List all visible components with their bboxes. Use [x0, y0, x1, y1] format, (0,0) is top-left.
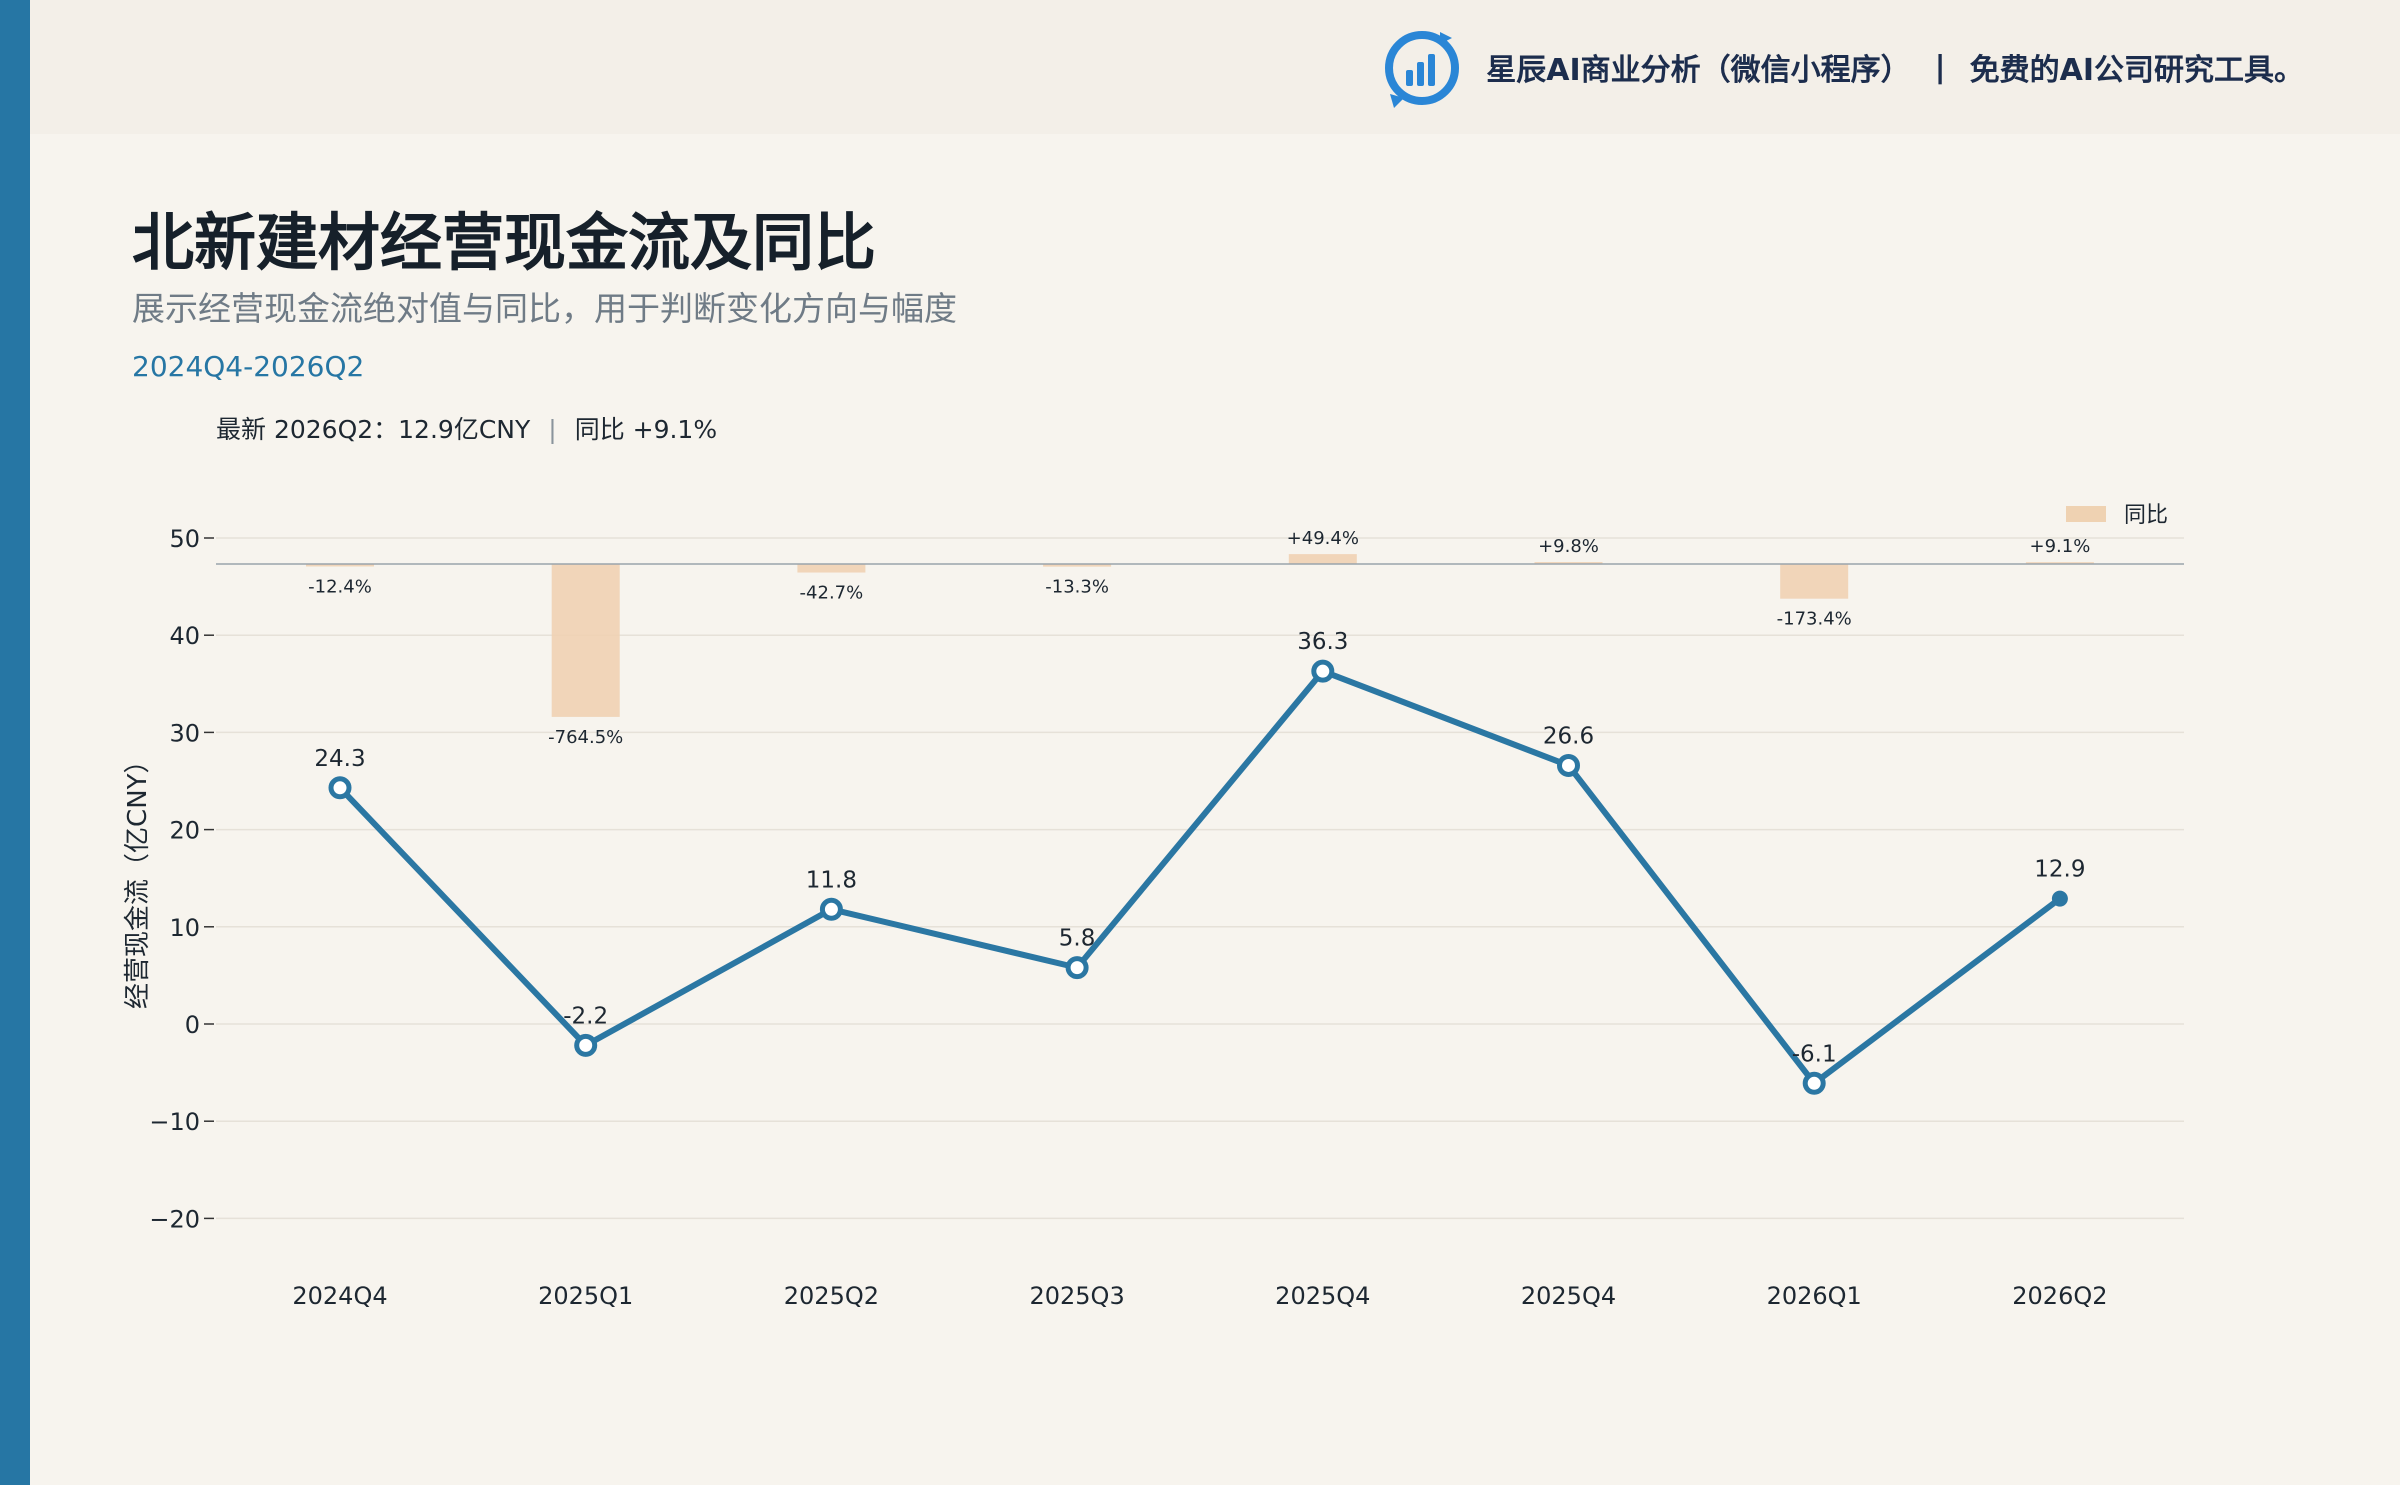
yoy-bar — [1288, 554, 1357, 564]
yoy-bar-label: -173.4% — [1777, 609, 1852, 630]
yoy-bar-label: -13.3% — [1045, 577, 1109, 598]
yoy-bar-label: +9.1% — [2029, 536, 2090, 557]
x-tick-label: 2025Q3 — [1029, 1282, 1124, 1310]
y-tick-label: −10 — [149, 1108, 200, 1136]
line-point — [1557, 753, 1580, 777]
y-tick-label: 40 — [169, 622, 200, 650]
x-tick-label: 2025Q2 — [784, 1282, 879, 1310]
y-tick-label: 0 — [185, 1011, 200, 1039]
yoy-bar — [797, 564, 866, 573]
x-tick-label: 2025Q4 — [1521, 1282, 1616, 1310]
line-point-label: 36.3 — [1297, 629, 1348, 655]
yoy-bar-label: -764.5% — [548, 727, 623, 748]
line-point — [1802, 1071, 1826, 1095]
legend-swatch — [2066, 506, 2106, 522]
y-tick-label: 20 — [169, 817, 200, 845]
line-point — [1311, 659, 1335, 683]
line-point-label: 26.6 — [1543, 723, 1594, 749]
yoy-bar-label: +9.8% — [1538, 536, 1599, 557]
x-tick-label: 2026Q2 — [2012, 1282, 2107, 1310]
yoy-bar-label: -42.7% — [800, 583, 864, 604]
line-point-label: -6.1 — [1792, 1041, 1837, 1067]
x-tick-label: 2024Q4 — [292, 1282, 387, 1310]
line-point — [1065, 956, 1089, 980]
line-point-label: 5.8 — [1059, 926, 1096, 952]
y-tick-label: −20 — [149, 1205, 200, 1233]
y-tick-label: 30 — [169, 719, 200, 747]
y-axis-label: 经营现金流（亿CNY） — [123, 747, 153, 1009]
yoy-bar — [1780, 564, 1849, 599]
x-tick-label: 2025Q1 — [538, 1282, 633, 1310]
yoy-bar-label: +49.4% — [1287, 528, 1359, 549]
line-point-label: -2.2 — [563, 1003, 608, 1029]
line-point — [819, 897, 843, 921]
line-point — [574, 1033, 598, 1057]
line-point-label: 24.3 — [314, 746, 365, 772]
legend-label: 同比 — [2124, 503, 2168, 528]
line-point — [328, 776, 352, 800]
x-tick-label: 2026Q1 — [1767, 1282, 1862, 1310]
line-point-label: 11.8 — [806, 867, 857, 893]
y-tick-label: 10 — [169, 914, 200, 942]
line-point — [2051, 890, 2068, 907]
x-tick-label: 2025Q4 — [1275, 1282, 1370, 1310]
y-tick-label: 50 — [169, 525, 200, 553]
yoy-bar-label: -12.4% — [308, 576, 372, 597]
yoy-bar — [551, 564, 620, 717]
line-point-label: 12.9 — [2034, 857, 2085, 883]
cash-flow-chart: 50 40 30 20 10 0 −10 −20 经营现金流（亿CNY） 2024Q4 2025Q1… — [123, 503, 2184, 1310]
